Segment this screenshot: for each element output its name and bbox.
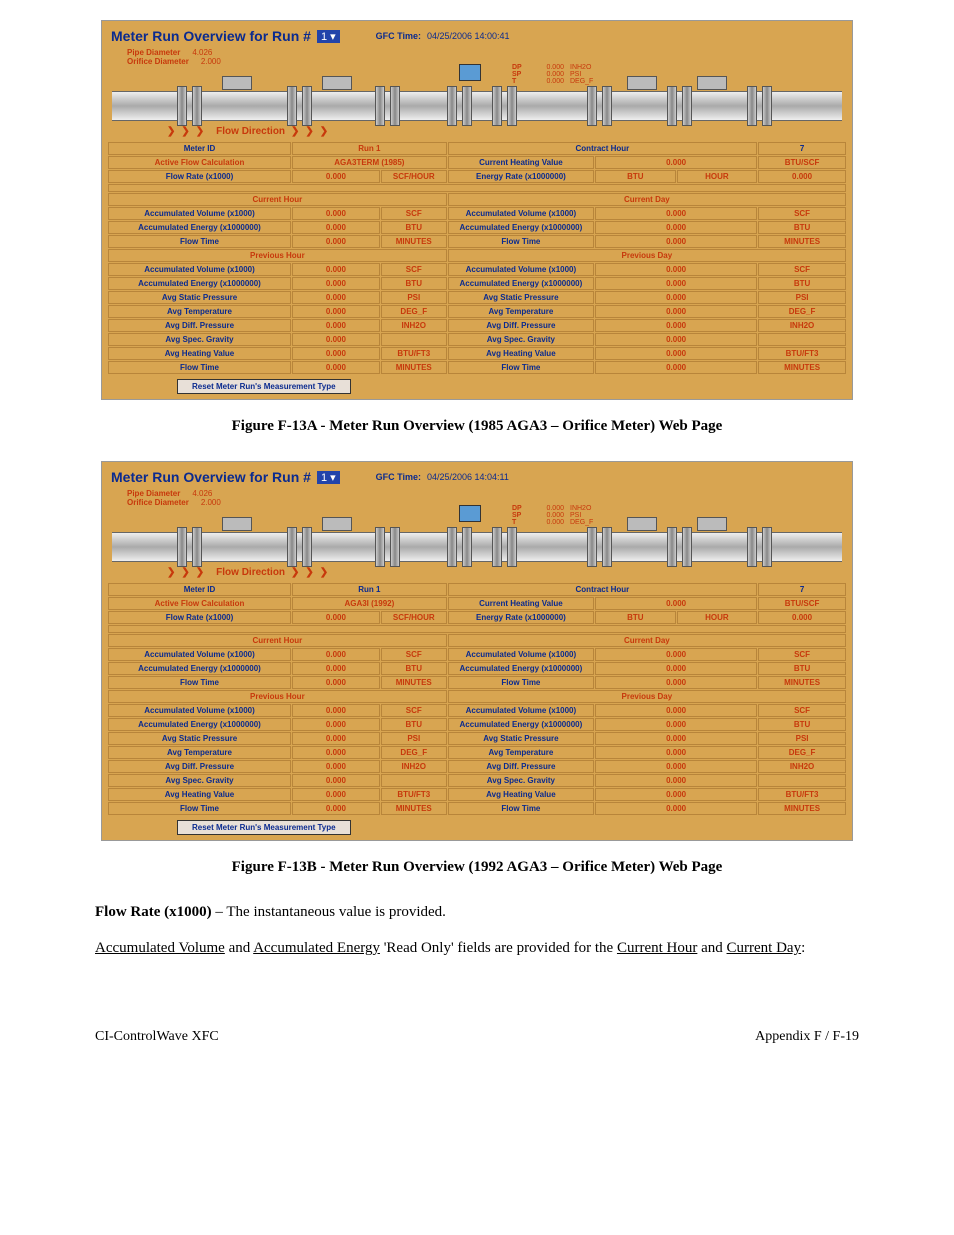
paragraph-accum: Accumulated Volume and Accumulated Energ… [95,938,859,958]
pipe-graphic [112,532,842,562]
pipe-diam-label-a: Pipe Diameter [127,48,180,57]
footer-left: CI-ControlWave XFC [95,1029,219,1045]
figure-caption-a: Figure F-13A - Meter Run Overview (1985 … [95,418,859,435]
panel-title-b: Meter Run Overview for Run # [111,469,311,485]
gfc-value-a: 04/25/2006 14:00:41 [427,31,510,41]
gfc-label-b: GFC Time: [376,472,421,482]
reset-button-b[interactable]: Reset Meter Run's Measurement Type [177,820,351,835]
orif-diam-label-b: Orifice Diameter [127,498,189,507]
orif-diam-label-a: Orifice Diameter [127,57,189,66]
info-table-b: Meter ID Run 1 Contract Hour 7 Active Fl… [107,582,847,816]
transmitter-icon [459,505,481,522]
pipe-diam-label-b: Pipe Diameter [127,489,180,498]
transmitter-icon [459,64,481,81]
pipe-graphic [112,91,842,121]
orif-diam-val-a: 2.000 [201,57,221,66]
gfc-label-a: GFC Time: [376,31,421,41]
pipe-diam-val-a: 4.026 [192,48,212,57]
reset-button-a[interactable]: Reset Meter Run's Measurement Type [177,379,351,394]
flow-arrows-a: ❯❯❯Flow Direction❯❯❯ [167,126,334,137]
dp-readout-b: DP0.000INH2O SP0.000PSI T0.000DEG_F [512,505,600,526]
dp-readout-a: DP0.000INH2O SP0.000PSI T0.000DEG_F [512,64,600,85]
gfc-value-b: 04/25/2006 14:04:11 [427,472,509,482]
pipe-diam-val-b: 4.026 [192,489,212,498]
meter-panel-a: Meter Run Overview for Run # 1 ▾ GFC Tim… [101,20,853,400]
figure-caption-b: Figure F-13B - Meter Run Overview (1992 … [95,859,859,876]
info-table-a: Meter ID Run 1 Contract Hour 7 Active Fl… [107,141,847,375]
flow-arrows-b: ❯❯❯Flow Direction❯❯❯ [167,567,334,578]
paragraph-flow-rate: Flow Rate (x1000) – The instantaneous va… [95,902,859,922]
run-select-a[interactable]: 1 ▾ [317,30,340,43]
page-footer: CI-ControlWave XFC Appendix F / F-19 [95,1029,859,1045]
run-select-b[interactable]: 1 ▾ [317,471,340,484]
orif-diam-val-b: 2.000 [201,498,221,507]
panel-title-a: Meter Run Overview for Run # [111,28,311,44]
meter-panel-b: Meter Run Overview for Run # 1 ▾ GFC Tim… [101,461,853,841]
footer-right: Appendix F / F-19 [755,1029,859,1045]
